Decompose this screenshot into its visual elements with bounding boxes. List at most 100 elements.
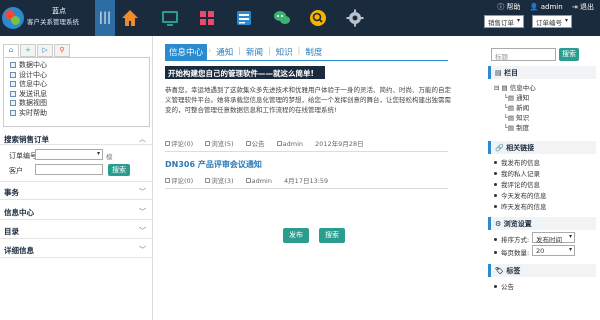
order-field-select[interactable]: 订单编号: [532, 15, 573, 28]
tab-play-icon[interactable]: ▷: [37, 44, 53, 57]
tag-icon: [245, 141, 251, 146]
page-size-label: 每页数量:: [494, 247, 529, 257]
views-count: 浏览(5): [205, 140, 238, 148]
gear-icon[interactable]: [345, 8, 365, 28]
tree-item-info-center[interactable]: 信息中心: [10, 80, 143, 90]
chevron-down-icon[interactable]: ﹀: [139, 207, 146, 217]
sort-label: 排序方式:: [494, 234, 529, 244]
section-catalog[interactable]: 目录: [4, 226, 19, 237]
folder-icon: [10, 100, 16, 106]
column-policy[interactable]: └▤ 制度: [504, 122, 529, 132]
top-bar: 蓝点 客户关系管理系统 ||| ⓘ 帮助 👤 admin ⇥ 退出 销售订单 订…: [0, 0, 600, 36]
comment-icon: [165, 141, 170, 146]
comments-link[interactable]: 评论(0): [165, 177, 198, 185]
tab-knowledge[interactable]: 知识: [272, 44, 297, 60]
monitor-icon[interactable]: [160, 8, 180, 28]
tab-search-icon[interactable]: ⚲: [54, 44, 70, 57]
user-link[interactable]: 👤 admin: [530, 3, 563, 11]
chat-icon[interactable]: [272, 8, 292, 28]
right-sidebar: 标题 搜索 ▤ 栏目 ⊟ ▤ 信息中心 └▤ 通知 └▤ 新闻 └▤ 知识 └▤…: [484, 36, 600, 320]
publish-button[interactable]: 发布: [283, 228, 309, 243]
tree-item-send-message[interactable]: 发送讯息: [10, 90, 143, 100]
sort-select[interactable]: 发布时间: [532, 232, 575, 244]
order-type-select[interactable]: 销售订单: [484, 15, 525, 28]
tree-item-data-center[interactable]: 数据中心: [10, 61, 143, 71]
left-sidebar: ⌂ + ▷ ⚲ 数据中心 设计中心 信息中心 发送讯息 数据视图 实时帮助 搜索…: [0, 36, 153, 320]
author-link[interactable]: admin: [245, 177, 277, 185]
customer-input[interactable]: [35, 164, 103, 175]
comments-link[interactable]: 评论(0): [165, 140, 198, 148]
column-news[interactable]: └▤ 新闻: [504, 102, 529, 112]
user-icon: [245, 178, 251, 183]
folder-icon: [10, 62, 16, 68]
folder-icon: [10, 81, 16, 87]
tag-link[interactable]: 公告: [245, 140, 270, 148]
grid-apps-icon[interactable]: [197, 8, 217, 28]
logo-icon: [2, 7, 24, 29]
tab-policy[interactable]: 制度: [301, 44, 326, 60]
columns-panel-title: ▤ 栏目: [488, 66, 596, 79]
browse-settings-title: ⚙ 浏览设置: [488, 217, 596, 230]
article-date: 2012年9月28日: [315, 140, 364, 148]
content-tabs: 信息中心 › 通知 | 新闻 | 知识 | 制度: [165, 44, 326, 60]
title-search-input[interactable]: 标题: [491, 48, 556, 61]
tab-info-center[interactable]: 信息中心: [165, 44, 208, 60]
home-icon[interactable]: [120, 8, 140, 28]
tab-home-icon[interactable]: ⌂: [3, 44, 19, 57]
article-date: 4月17日13:59: [284, 177, 329, 185]
logout-link[interactable]: ⇥ 退出: [572, 3, 594, 11]
logo-subtitle: 客户关系管理系统: [27, 18, 79, 26]
related-link[interactable]: 我的私人记录: [494, 168, 540, 178]
fuzzy-checkbox[interactable]: 模: [106, 151, 113, 161]
column-knowledge[interactable]: └▤ 知识: [504, 112, 529, 122]
comment-icon: [165, 178, 170, 183]
folder-icon: [10, 71, 16, 78]
tab-add-icon[interactable]: +: [20, 44, 36, 57]
eye-icon: [205, 178, 211, 183]
main-search-button[interactable]: 搜索: [319, 228, 345, 243]
sidebar-search-button[interactable]: 搜索: [108, 164, 130, 176]
related-link[interactable]: 我发布的信息: [494, 157, 540, 167]
search-icon[interactable]: [308, 8, 328, 28]
tag-item[interactable]: 公告: [494, 281, 514, 291]
page-size-select[interactable]: 20: [532, 245, 575, 256]
tags-panel-title: 🏷 标签: [488, 264, 596, 277]
tree-item-design-center[interactable]: 设计中心: [10, 71, 143, 81]
top-links: ⓘ 帮助 👤 admin ⇥ 退出: [490, 2, 594, 12]
menu-toggle-button[interactable]: |||: [95, 0, 115, 36]
article-meta: 评论(0) 浏览(5) 公告 admin 2012年9月28日: [165, 138, 369, 148]
views-count: 浏览(3): [205, 177, 238, 185]
list-window-icon[interactable]: [234, 8, 254, 28]
section-transactions[interactable]: 事务: [4, 187, 19, 198]
article-title-2[interactable]: DN306 产品评审会议通知: [165, 159, 262, 170]
related-link[interactable]: 今天发布的信息: [494, 190, 547, 200]
article-meta-2: 评论(0) 浏览(3) admin 4月17日13:59: [165, 175, 333, 185]
tree-item-data-view[interactable]: 数据视图: [10, 99, 143, 109]
tab-news[interactable]: 新闻: [242, 44, 267, 60]
related-link[interactable]: 昨天发布的信息: [494, 201, 547, 211]
nav-tree: 数据中心 设计中心 信息中心 发送讯息 数据视图 实时帮助: [3, 57, 150, 127]
user-icon: [276, 141, 282, 146]
chevron-down-icon[interactable]: ﹀: [139, 187, 146, 197]
article-title[interactable]: 开始构建您自己的管理软件——就这么简单!: [165, 66, 325, 79]
chevron-down-icon[interactable]: ﹀: [139, 226, 146, 236]
section-info-center[interactable]: 信息中心: [4, 207, 34, 218]
app-logo[interactable]: 蓝点 客户关系管理系统: [2, 6, 92, 32]
logo-name: 蓝点: [52, 7, 66, 15]
chevron-up-icon[interactable]: ︿: [139, 134, 146, 144]
folder-icon: [10, 109, 16, 116]
related-link[interactable]: 我评论的信息: [494, 179, 540, 189]
tree-item-help[interactable]: 实时帮助: [10, 109, 143, 119]
title-search-button[interactable]: 搜索: [559, 48, 579, 61]
tab-notice[interactable]: 通知: [212, 44, 237, 60]
chevron-down-icon[interactable]: ﹀: [139, 245, 146, 255]
column-notice[interactable]: └▤ 通知: [504, 92, 529, 102]
customer-label: 客户: [9, 167, 23, 175]
section-details[interactable]: 详细信息: [4, 245, 34, 256]
help-link[interactable]: ⓘ 帮助: [497, 3, 520, 11]
column-root[interactable]: ⊟ ▤ 信息中心: [494, 82, 536, 92]
author-link[interactable]: admin: [276, 140, 308, 148]
article-body: 恭喜您，幸运地遇到了这款集众多先进技术和优雅用户体验于一身的灵活、简约、时尚、万…: [165, 86, 451, 114]
eye-icon: [205, 141, 211, 146]
order-no-select[interactable]: [35, 149, 103, 160]
